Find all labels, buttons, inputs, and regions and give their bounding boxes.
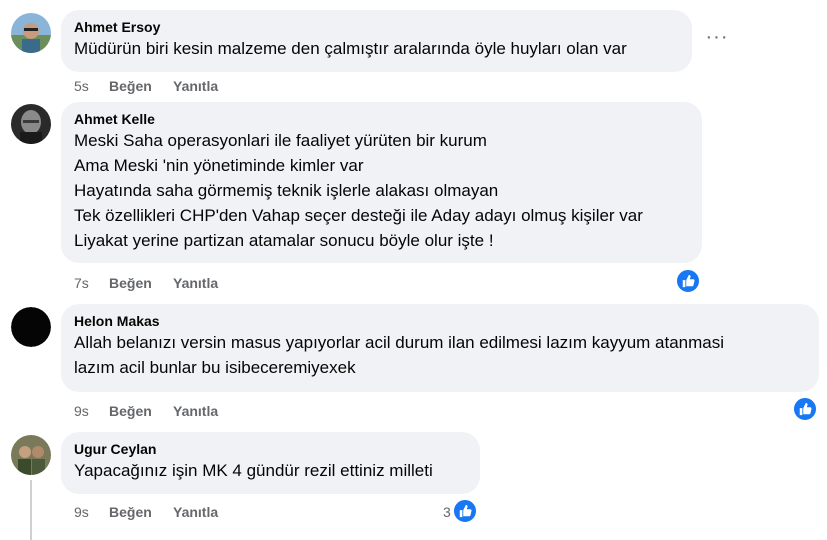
avatar[interactable]: [11, 13, 51, 53]
comment-bubble: Ugur Ceylan Yapacağınız işin MK 4 gündür…: [61, 432, 480, 494]
more-options-button[interactable]: ···: [703, 27, 731, 54]
thread-line: [30, 480, 32, 540]
comment-actions: 9s Beğen Yanıtla: [74, 503, 218, 521]
comment-author[interactable]: Ugur Ceylan: [74, 440, 467, 458]
comment-thread: Ahmet Ersoy Müdürün biri kesin malzeme d…: [0, 0, 827, 540]
reply-button[interactable]: Yanıtla: [173, 274, 218, 292]
comment-bubble: Helon Makas Allah belanızı versin masus …: [61, 304, 819, 392]
comment-text-line: Ama Meski 'nin yönetiminde kimler var: [74, 156, 364, 175]
comment-text-line: Liyakat yerine partizan atamalar sonucu …: [74, 231, 494, 250]
like-reaction-icon[interactable]: [792, 396, 818, 422]
like-reaction-icon[interactable]: [675, 268, 701, 294]
avatar[interactable]: [11, 307, 51, 347]
comment-author[interactable]: Ahmet Kelle: [74, 110, 689, 128]
comment-bubble: Ahmet Kelle Meski Saha operasyonlari ile…: [61, 102, 702, 263]
reply-button[interactable]: Yanıtla: [173, 503, 218, 521]
comment-bubble: Ahmet Ersoy Müdürün biri kesin malzeme d…: [61, 10, 692, 72]
comment-author[interactable]: Ahmet Ersoy: [74, 18, 679, 36]
comment-text-line: Tek özellikleri CHP'den Vahap seçer dest…: [74, 206, 643, 225]
avatar[interactable]: [11, 104, 51, 144]
comment-time[interactable]: 5s: [74, 77, 109, 95]
comment-actions: 7s Beğen Yanıtla: [74, 274, 218, 292]
comment-text: Yapacağınız işin MK 4 gündür rezil ettin…: [74, 461, 433, 480]
like-button[interactable]: Beğen: [109, 402, 173, 420]
comment-actions: 9s Beğen Yanıtla: [74, 402, 218, 420]
comment-text-line: Hayatında saha görmemiş teknik işlerle a…: [74, 181, 499, 200]
like-button[interactable]: Beğen: [109, 77, 173, 95]
reply-button[interactable]: Yanıtla: [173, 402, 218, 420]
like-button[interactable]: Beğen: [109, 274, 173, 292]
reaction-count[interactable]: 3: [443, 504, 451, 520]
like-button[interactable]: Beğen: [109, 503, 173, 521]
comment-time[interactable]: 9s: [74, 402, 109, 420]
avatar[interactable]: [11, 435, 51, 475]
comment-text-line: lazım acil bunlar bu isibeceremiyexek: [74, 358, 356, 377]
comment-text-line: Meski Saha operasyonlari ile faaliyet yü…: [74, 131, 487, 150]
reply-button[interactable]: Yanıtla: [173, 77, 218, 95]
like-reaction-icon[interactable]: [452, 498, 478, 524]
comment-time[interactable]: 7s: [74, 274, 109, 292]
ellipsis-icon: ···: [705, 26, 729, 48]
comment-text: Müdürün biri kesin malzeme den çalmıştır…: [74, 39, 627, 58]
comment-author[interactable]: Helon Makas: [74, 312, 806, 330]
comment-time[interactable]: 9s: [74, 503, 109, 521]
comment-actions: 5s Beğen Yanıtla: [74, 77, 218, 95]
comment-text-line: Allah belanızı versin masus yapıyorlar a…: [74, 333, 725, 352]
